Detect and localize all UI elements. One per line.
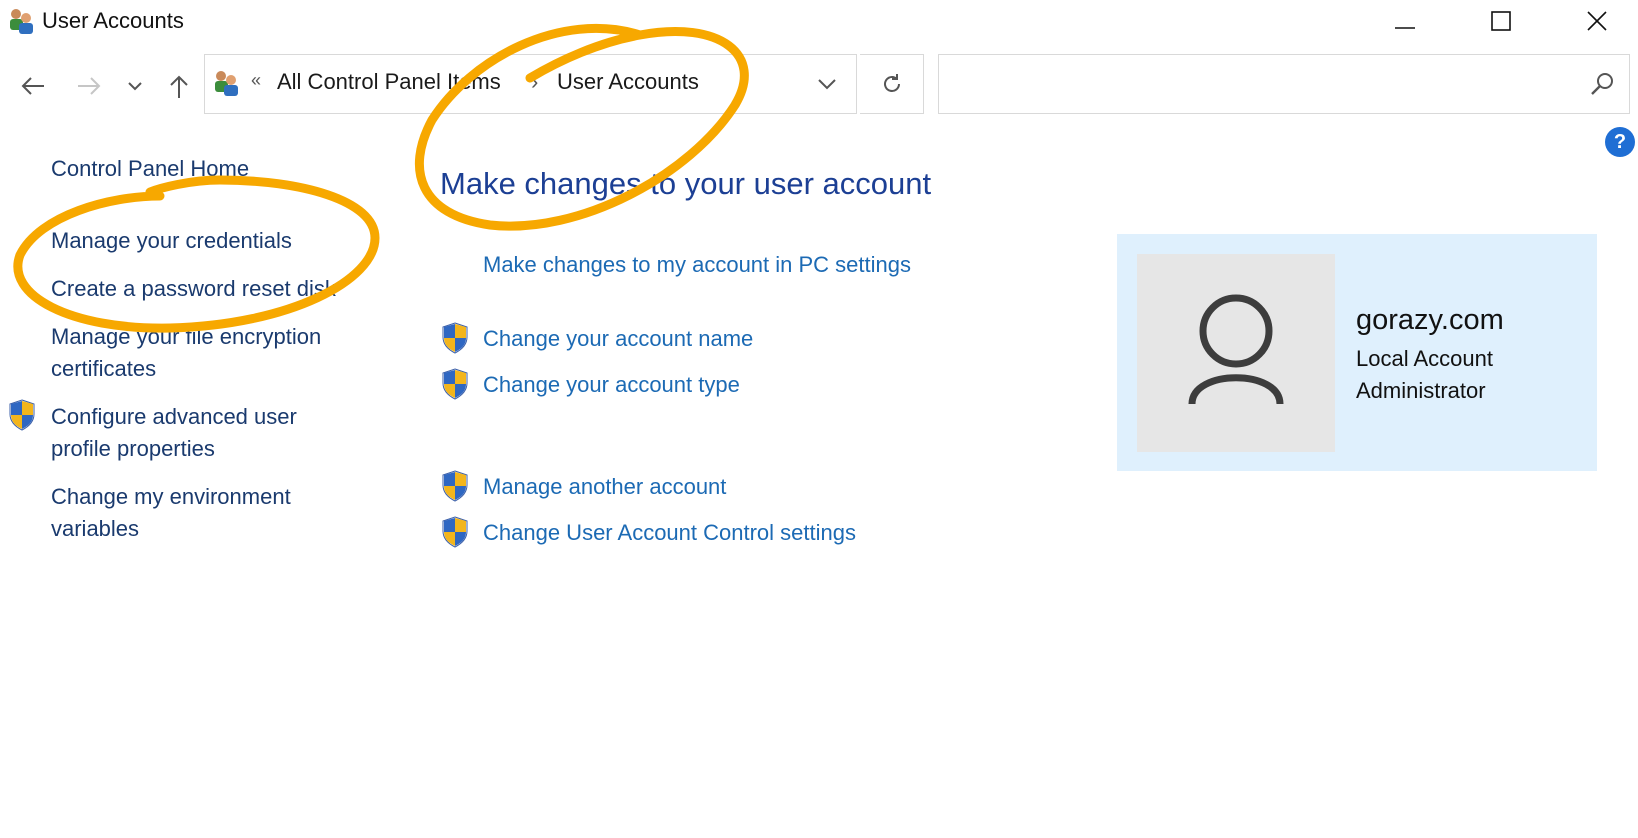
chevron-down-icon — [128, 82, 142, 91]
arrow-right-icon — [78, 77, 101, 95]
title-bar: User Accounts — [0, 0, 1638, 44]
breadcrumb-user-accounts[interactable]: User Accounts — [557, 69, 699, 95]
search-icon[interactable] — [1589, 70, 1617, 98]
page-title: Make changes to your user account — [440, 166, 932, 201]
refresh-button[interactable] — [860, 54, 924, 114]
create-password-reset-disk-link[interactable]: Create a password reset disk — [51, 273, 381, 305]
close-button[interactable] — [1574, 0, 1620, 42]
uac-shield-icon — [442, 322, 468, 354]
back-button[interactable] — [16, 66, 50, 106]
uac-shield-icon — [9, 399, 35, 431]
address-bar[interactable]: « All Control Panel Items › User Account… — [204, 54, 857, 114]
change-account-name-link[interactable]: Change your account name — [483, 324, 753, 354]
forward-button[interactable] — [72, 66, 106, 106]
users-icon — [10, 9, 33, 34]
arrow-up-icon — [170, 75, 188, 98]
breadcrumb-all-control-panel-items[interactable]: All Control Panel Items — [277, 69, 501, 95]
close-icon — [1587, 11, 1607, 31]
user-avatar-icon — [1188, 294, 1284, 405]
users-icon — [215, 71, 238, 96]
arrow-left-icon — [21, 77, 44, 95]
maximize-icon — [1491, 11, 1511, 31]
search-input[interactable] — [938, 54, 1630, 114]
recent-locations-button[interactable] — [122, 66, 148, 106]
manage-credentials-link[interactable]: Manage your credentials — [51, 225, 381, 257]
uac-shield-icon — [442, 368, 468, 400]
pc-settings-link[interactable]: Make changes to my account in PC setting… — [483, 250, 911, 280]
manage-file-encryption-link[interactable]: Manage your file encryption certificates — [51, 321, 371, 385]
help-button[interactable]: ? — [1605, 127, 1635, 157]
control-panel-home-link[interactable]: Control Panel Home — [51, 153, 381, 185]
up-button[interactable] — [162, 66, 196, 106]
configure-advanced-profile-link[interactable]: Configure advanced user profile properti… — [51, 401, 351, 465]
chevron-down-icon — [818, 79, 836, 90]
address-dropdown-button[interactable] — [812, 71, 842, 97]
account-type: Local Account — [1356, 346, 1493, 371]
avatar — [1137, 254, 1335, 452]
account-card: gorazy.com Local Account Administrator — [1117, 234, 1597, 471]
minimize-button[interactable] — [1382, 0, 1428, 42]
account-role: Administrator — [1356, 378, 1486, 403]
change-environment-variables-link[interactable]: Change my environment variables — [51, 481, 351, 545]
window-title: User Accounts — [42, 8, 184, 33]
uac-shield-icon — [442, 470, 468, 502]
change-uac-settings-link[interactable]: Change User Account Control settings — [483, 518, 856, 548]
refresh-icon — [883, 74, 900, 92]
breadcrumb-separator[interactable]: › — [531, 69, 538, 95]
account-name: gorazy.com — [1356, 304, 1504, 336]
maximize-button[interactable] — [1478, 0, 1524, 42]
minimize-icon — [1395, 27, 1415, 29]
uac-shield-icon — [442, 516, 468, 548]
breadcrumb-overflow[interactable]: « — [251, 70, 261, 91]
change-account-type-link[interactable]: Change your account type — [483, 370, 740, 400]
manage-another-account-link[interactable]: Manage another account — [483, 472, 726, 502]
